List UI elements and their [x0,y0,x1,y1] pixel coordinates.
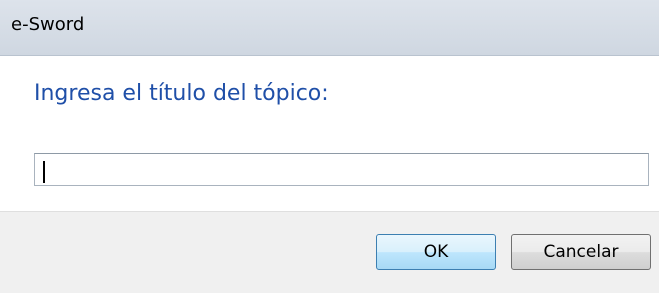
window-title: e-Sword [11,14,85,35]
cancel-button[interactable]: Cancelar [511,234,651,270]
ok-button[interactable]: OK [376,234,496,270]
dialog-content: Ingresa el título del tópico: [0,56,659,211]
prompt-label: Ingresa el título del tópico: [34,81,329,106]
title-bar[interactable]: e-Sword [0,0,659,56]
topic-title-input[interactable] [34,153,649,186]
button-bar: OK Cancelar [0,211,659,293]
text-caret [43,161,45,183]
topic-title-dialog: e-Sword Ingresa el título del tópico: OK… [0,0,659,293]
